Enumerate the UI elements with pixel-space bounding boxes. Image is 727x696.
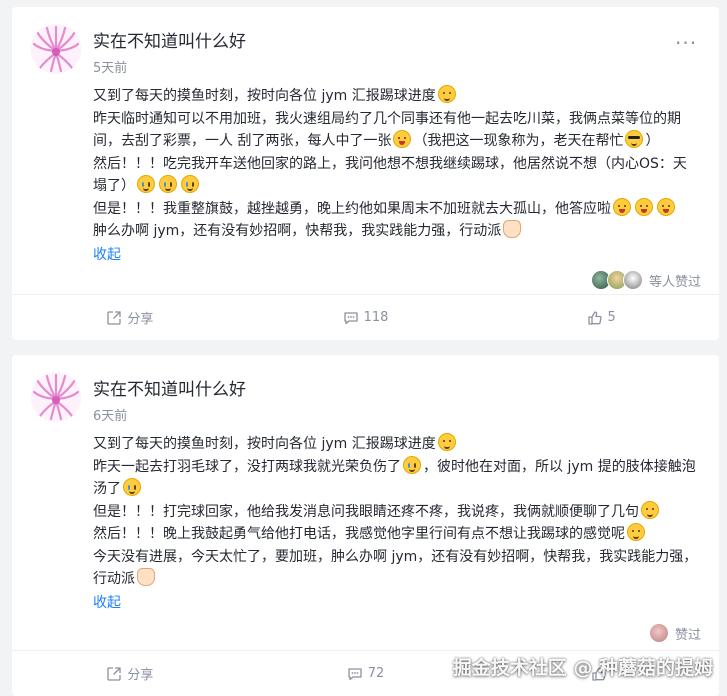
author-name[interactable]: 实在不知道叫什么好 <box>93 27 246 52</box>
comment-icon <box>343 311 358 324</box>
likers-text: 等人赞过 <box>648 274 701 290</box>
post-line: 又到了每天的摸鱼时刻，按时向各位 jym 汇报踢球进度 <box>93 433 699 456</box>
post-text-segment: 肿么办啊 jym，还有没有妙招啊，快帮我，我实践能力强，行动派 <box>93 223 502 239</box>
cry-emoji-icon <box>137 175 155 193</box>
cry-emoji-icon <box>123 478 141 496</box>
post-text-segment: ） <box>645 133 660 149</box>
post-line: 昨天临时通知可以不用加班，我火速组局约了几个同事还有他一起去吃川菜，我俩点菜等位… <box>93 108 699 153</box>
share-button[interactable]: 分享 <box>12 295 248 340</box>
cool-emoji-icon <box>625 130 644 148</box>
post-line: 但是！！！打完球回家，他给我发消息问我眼睛还疼不疼，我说疼，我俩就顺便聊了几句 <box>93 500 699 524</box>
share-icon <box>107 310 121 325</box>
watermark: 掘金技术社区 @ 种蘑菇的提姆 <box>452 657 713 679</box>
laugh-emoji-icon <box>657 197 675 216</box>
post-time: 5天前 <box>93 61 128 76</box>
post-text-segment: 今天没有进展，今天太忙了，要加班，肿么办啊 jym，还有没有妙招啊，快帮我，我实… <box>93 548 698 588</box>
smile-emoji-icon <box>437 85 456 103</box>
comment-count: 118 <box>363 310 389 325</box>
author-avatar[interactable] <box>31 372 81 422</box>
likers-summary[interactable]: 赞过 <box>648 623 701 643</box>
post-line: 然后！！！吃完我开车送他回家的路上，我问他想不想我继续踢球，他居然说不想（内心O… <box>93 153 699 198</box>
hand-emoji-icon <box>137 568 155 586</box>
share-icon <box>107 666 121 681</box>
post-line: 肿么办啊 jym，还有没有妙招啊，快帮我，我实践能力强，行动派 <box>93 220 699 243</box>
collapse-link[interactable]: 收起 <box>93 244 699 267</box>
laugh-emoji-icon <box>635 197 653 216</box>
thumbs-up-icon <box>587 310 602 325</box>
share-label: 分享 <box>127 668 154 683</box>
post-card: 实在不知道叫什么好 6天前 又到了每天的摸鱼时刻，按时向各位 jym 汇报踢球进… <box>12 355 719 696</box>
hand-emoji-icon <box>503 220 522 238</box>
post-content: 又到了每天的摸鱼时刻，按时向各位 jym 汇报踢球进度昨天临时通知可以不用加班，… <box>93 85 699 266</box>
smile-emoji-icon <box>641 500 659 519</box>
post-text-segment: （我把这一现象称为，老天在帮忙 <box>413 133 624 149</box>
post-line: 今天没有进展，今天太忙了，要加班，肿么办啊 jym，还有没有妙招啊，快帮我，我实… <box>93 546 699 591</box>
post-text-segment: 又到了每天的摸鱼时刻，按时向各位 jym 汇报踢球进度 <box>93 88 436 104</box>
post-text: 又到了每天的摸鱼时刻，按时向各位 jym 汇报踢球进度 昨天一起去打羽毛球了，没打… <box>93 433 699 591</box>
post-card: 实在不知道叫什么好 5天前 ··· 又到了每天的摸鱼时刻，按时向各位 jym 汇… <box>12 7 719 340</box>
smile-emoji-icon <box>437 433 456 451</box>
post-line: 然后！！！晚上我鼓起勇气给他打电话，我感觉他字里行间有点不想让我踢球的感觉呢 <box>93 523 699 546</box>
liker-avatar[interactable] <box>622 270 643 290</box>
post-text: 又到了每天的摸鱼时刻，按时向各位 jym 汇报踢球进度昨天临时通知可以不用加班，… <box>93 85 699 243</box>
share-button[interactable]: 分享 <box>12 651 248 696</box>
action-bar: 分享 118 5 <box>12 294 719 340</box>
likers-summary[interactable]: 等人赞过 <box>590 270 701 290</box>
post-text-segment: 又到了每天的摸鱼时刻，按时向各位 jym 汇报踢球进度 <box>93 436 436 452</box>
comment-button[interactable]: 118 <box>248 295 484 340</box>
author-avatar[interactable] <box>31 24 81 74</box>
post-text-segment: 但是！！！打完球回家，他给我发消息问我眼睛还疼不疼，我说疼，我俩就顺便聊了几句 <box>93 503 639 520</box>
comment-button[interactable]: 72 <box>248 651 484 696</box>
post-line: 但是！！！我重整旗鼓，越挫越勇，晚上约他如果周末不加班就去大孤山，他答应啦 <box>93 197 699 221</box>
likers-text: 赞过 <box>674 627 701 643</box>
liker-avatar[interactable] <box>648 623 669 643</box>
cry-emoji-icon <box>403 455 421 474</box>
like-count: 5 <box>607 310 616 325</box>
smile-emoji-icon <box>627 523 645 541</box>
comment-count: 72 <box>367 666 385 681</box>
more-dots-icon[interactable]: ··· <box>675 33 696 53</box>
cry-emoji-icon <box>159 175 177 193</box>
comment-icon <box>348 667 362 680</box>
post-text-segment: 但是！！！我重整旗鼓，越挫越勇，晚上约他如果周末不加班就去大孤山，他答应啦 <box>93 200 611 217</box>
post-content: 又到了每天的摸鱼时刻，按时向各位 jym 汇报踢球进度 昨天一起去打羽毛球了，没打… <box>93 433 699 614</box>
post-line: 昨天一起去打羽毛球了，没打两球我就光荣负伤了 ，彼时他在对面，所以 jym 提的肢… <box>93 455 699 501</box>
author-name[interactable]: 实在不知道叫什么好 <box>93 375 246 400</box>
laugh-emoji-icon <box>393 130 412 148</box>
post-text-segment: 然后！！！晚上我鼓起勇气给他打电话，我感觉他字里行间有点不想让我踢球的感觉呢 <box>93 526 625 542</box>
post-time: 6天前 <box>93 409 128 424</box>
share-label: 分享 <box>127 312 154 327</box>
collapse-link[interactable]: 收起 <box>93 592 699 615</box>
post-text-segment: 昨天一起去打羽毛球了，没打两球我就光荣负伤了 <box>93 458 401 475</box>
post-line: 又到了每天的摸鱼时刻，按时向各位 jym 汇报踢球进度 <box>93 85 699 108</box>
cry-emoji-icon <box>181 175 199 193</box>
laugh-emoji-icon <box>613 197 631 216</box>
like-button[interactable]: 5 <box>483 295 719 340</box>
